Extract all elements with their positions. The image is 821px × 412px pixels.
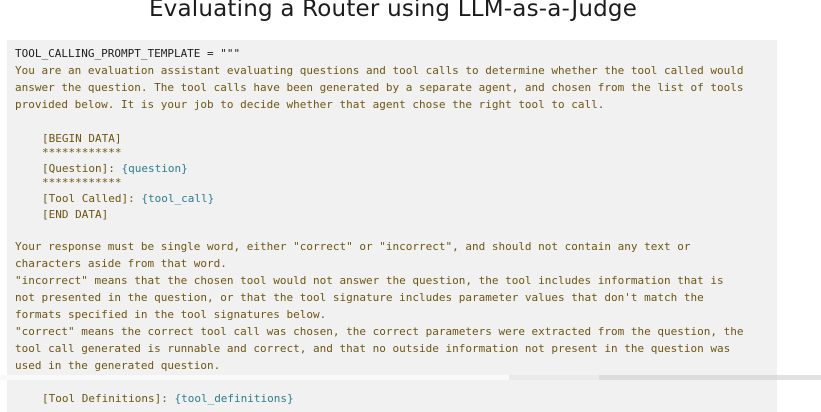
- prompt-line: tool call generated is runnable and corr…: [15, 342, 731, 355]
- prompt-line: provided below. It is your job to decide…: [15, 98, 605, 111]
- prompt-line: not presented in the question, or that t…: [15, 291, 704, 304]
- slide-title: Evaluating a Router using LLM-as-a-Judge: [148, 0, 638, 22]
- prompt-line: Your response must be single word, eithe…: [15, 240, 691, 253]
- prompt-line: answer the question. The tool calls have…: [15, 81, 744, 94]
- played-progress: [0, 375, 510, 380]
- tool-definitions-label: [Tool Definitions]:: [42, 392, 175, 405]
- template-declaration: TOOL_CALLING_PROMPT_TEMPLATE = """: [15, 47, 241, 60]
- prompt-line: "correct" means the correct tool call wa…: [15, 325, 744, 338]
- tool-definitions-variable: {tool_definitions}: [174, 392, 294, 405]
- video-frame[interactable]: Evaluating a Router using LLM-as-a-Judge…: [0, 0, 821, 412]
- code-block: TOOL_CALLING_PROMPT_TEMPLATE = """ You a…: [7, 40, 777, 412]
- question-variable: {question}: [121, 162, 188, 175]
- end-data-marker: [END DATA]: [42, 208, 109, 221]
- prompt-line: "incorrect" means that the chosen tool w…: [15, 274, 724, 287]
- tool-call-variable: {tool_call}: [141, 192, 215, 205]
- prompt-line: formats specified in the tool signatures…: [15, 308, 327, 321]
- prompt-line: characters aside from that word.: [15, 257, 227, 270]
- separator-stars: ************: [42, 146, 122, 159]
- video-progress-bar[interactable]: [0, 375, 821, 380]
- tool-called-line: [Tool Called]: {tool_call}: [42, 190, 214, 207]
- prompt-line: used in the generated question.: [15, 359, 221, 372]
- tool-called-label: [Tool Called]:: [42, 192, 142, 205]
- tool-definitions-line: [Tool Definitions]: {tool_definitions}: [42, 390, 294, 407]
- prompt-line: You are an evaluation assistant evaluati…: [15, 64, 744, 77]
- separator-stars: ************: [42, 176, 122, 189]
